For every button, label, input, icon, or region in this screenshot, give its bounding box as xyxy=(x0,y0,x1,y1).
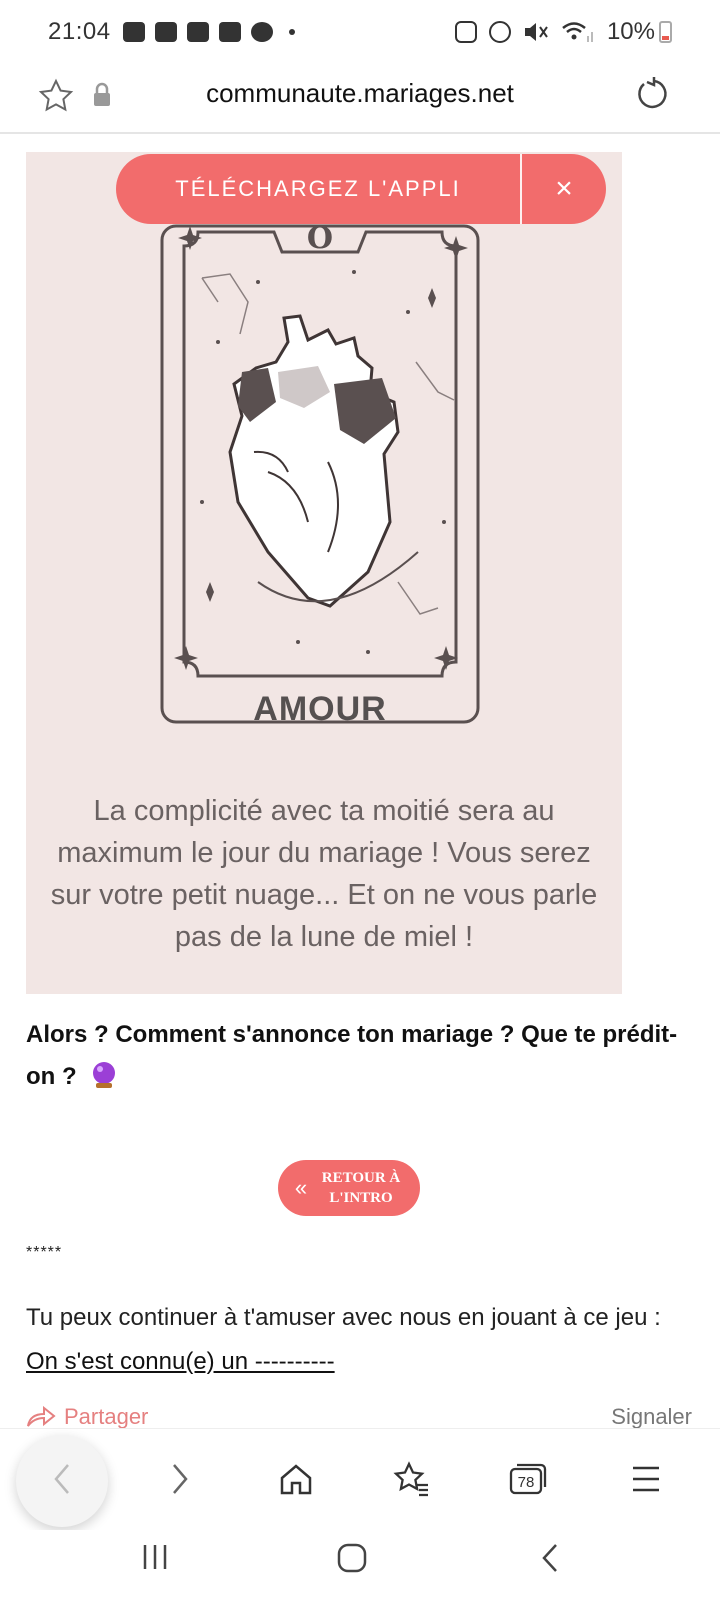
double-chevron-left-icon: « xyxy=(294,1175,308,1200)
more-notifications-icon xyxy=(288,29,295,35)
system-navigation-bar xyxy=(0,1530,720,1600)
home-nav-icon[interactable] xyxy=(336,1542,368,1574)
wifi-signal-icon xyxy=(562,22,593,42)
sync-icon xyxy=(454,21,477,43)
bookmarks-star-icon xyxy=(393,1461,428,1497)
continue-paragraph: Tu peux continuer à t'amuser avec nous e… xyxy=(26,1296,696,1384)
report-link[interactable]: Signaler xyxy=(611,1404,692,1430)
card-title: AMOUR xyxy=(253,690,387,728)
forward-arrow-icon xyxy=(173,1464,188,1494)
home-button[interactable] xyxy=(266,1449,326,1509)
battery-icon xyxy=(659,21,672,43)
alarm-icon xyxy=(488,21,511,43)
back-nav-icon[interactable] xyxy=(538,1542,562,1574)
alert-icon xyxy=(154,22,177,42)
menu-button[interactable] xyxy=(616,1449,676,1509)
browser-url-bar: communaute.mariages.net xyxy=(0,64,720,134)
message-icon xyxy=(122,22,145,42)
reload-icon[interactable] xyxy=(634,76,670,112)
notification-icons xyxy=(122,22,295,42)
battery-percent: 10% xyxy=(606,18,655,45)
share-button[interactable]: Partager xyxy=(26,1404,148,1430)
card-description: La complicité avec ta moitié sera au max… xyxy=(50,795,598,953)
article-question: Alors ? Comment s'annonce ton mariage ? … xyxy=(26,1014,686,1098)
tabs-icon: 78 xyxy=(509,1463,547,1495)
question-text: Alors ? Comment s'annonce ton mariage ? … xyxy=(26,1021,678,1090)
status-time: 21:04 xyxy=(48,18,111,45)
back-arrow-icon[interactable] xyxy=(32,1449,92,1509)
back-to-intro-button[interactable]: « RETOUR À L'INTRO xyxy=(278,1160,420,1216)
home-icon xyxy=(280,1464,312,1495)
card-number: O xyxy=(307,222,333,256)
continue-text: Tu peux continuer à t'amuser avec nous e… xyxy=(26,1304,661,1331)
separator-stars: ***** xyxy=(26,1244,63,1261)
status-bar: 21:04 10% xyxy=(0,0,720,64)
banner-divider xyxy=(520,154,522,224)
tab-count: 78 xyxy=(518,1474,535,1491)
hamburger-menu-icon xyxy=(633,1466,659,1492)
heart-tarot-illustration: O xyxy=(160,222,480,724)
crystal-ball-icon xyxy=(93,1062,116,1088)
forward-button[interactable] xyxy=(150,1449,210,1509)
recent-apps-icon[interactable] xyxy=(140,1542,170,1572)
mute-icon xyxy=(524,23,548,41)
share-label: Partager xyxy=(64,1404,149,1429)
tabs-button[interactable]: 78 xyxy=(498,1449,558,1509)
back-to-intro-label: RETOUR À L'INTRO xyxy=(321,1170,401,1206)
url-text[interactable]: communaute.mariages.net xyxy=(0,78,720,109)
game-link[interactable]: On s'est connu(e) un ---------- xyxy=(26,1348,335,1375)
bookmarks-button[interactable] xyxy=(382,1449,442,1509)
browser-toolbar: 78 xyxy=(0,1428,720,1528)
close-banner-button[interactable]: × xyxy=(522,154,606,224)
chat-icon xyxy=(186,22,209,42)
download-app-button[interactable]: TÉLÉCHARGEZ L'APPLI xyxy=(116,154,520,224)
share-arrow-icon xyxy=(27,1406,56,1427)
app-icon xyxy=(218,22,241,42)
app-download-banner: TÉLÉCHARGEZ L'APPLI × xyxy=(116,154,606,224)
app-icon-2 xyxy=(250,22,273,42)
